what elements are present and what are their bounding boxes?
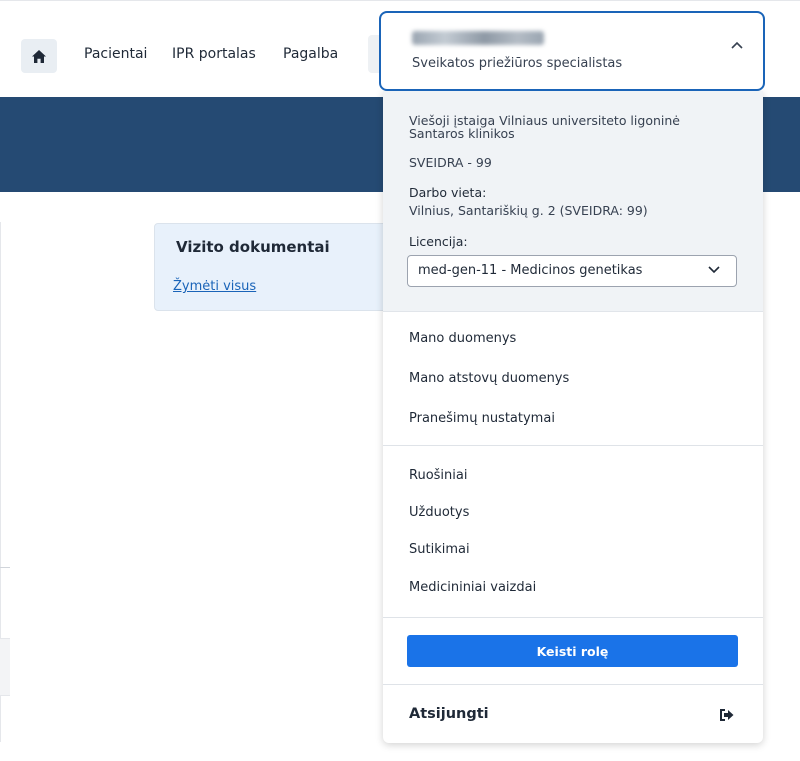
institution-name: Viešoji įstaiga Vilniaus universiteto li…	[409, 113, 680, 141]
chevron-up-icon	[731, 41, 743, 49]
nav-link-ipr-portalas[interactable]: IPR portalas	[172, 46, 256, 62]
menu-item-drafts[interactable]: Ruošiniai	[409, 468, 467, 483]
workplace-label: Darbo vieta:	[409, 185, 487, 200]
license-selected-value: med-gen-11 - Medicinos genetikas	[418, 263, 643, 278]
card-title: Vizito dokumentai	[176, 238, 330, 256]
side-panel-edge	[0, 638, 10, 696]
nav-link-pagalba[interactable]: Pagalba	[283, 46, 338, 62]
user-name-redacted	[412, 31, 544, 45]
home-icon	[32, 49, 46, 63]
user-menu-dropdown: Viešoji įstaiga Vilniaus universiteto li…	[383, 91, 763, 743]
chevron-down-icon	[708, 266, 720, 274]
select-all-link[interactable]: Žymėti visus	[173, 279, 256, 294]
logout-icon[interactable]	[719, 708, 735, 722]
user-menu-toggle[interactable]: Sveikatos priežiūros specialistas	[379, 11, 765, 91]
license-select[interactable]: med-gen-11 - Medicinos genetikas	[407, 255, 737, 287]
switch-role-button[interactable]: Keisti rolę	[407, 635, 738, 667]
menu-item-tasks[interactable]: Užduotys	[409, 505, 469, 520]
user-role: Sveikatos priežiūros specialistas	[412, 56, 623, 71]
menu-divider	[383, 445, 763, 446]
menu-item-my-data[interactable]: Mano duomenys	[409, 331, 516, 346]
home-button[interactable]	[21, 39, 57, 73]
menu-item-medical-images[interactable]: Medicininiai vaizdai	[409, 580, 536, 595]
menu-divider	[383, 617, 763, 618]
visit-documents-card: Vizito dokumentai Žymėti visus	[154, 223, 394, 311]
menu-item-consents[interactable]: Sutikimai	[409, 542, 470, 557]
logout-button[interactable]: Atsijungti	[409, 706, 489, 722]
menu-divider	[383, 684, 763, 685]
institution-sveidra: SVEIDRA - 99	[409, 155, 492, 170]
nav-link-pacientai[interactable]: Pacientai	[84, 46, 147, 62]
user-info-panel: Viešoji įstaiga Vilniaus universiteto li…	[383, 91, 763, 312]
content-divider	[0, 567, 10, 568]
menu-item-representatives-data[interactable]: Mano atstovų duomenys	[409, 371, 569, 386]
license-label: Licencija:	[409, 234, 468, 249]
workplace-value: Vilnius, Santariškių g. 2 (SVEIDRA: 99)	[409, 203, 648, 218]
menu-item-notification-settings[interactable]: Pranešimų nustatymai	[409, 411, 555, 426]
